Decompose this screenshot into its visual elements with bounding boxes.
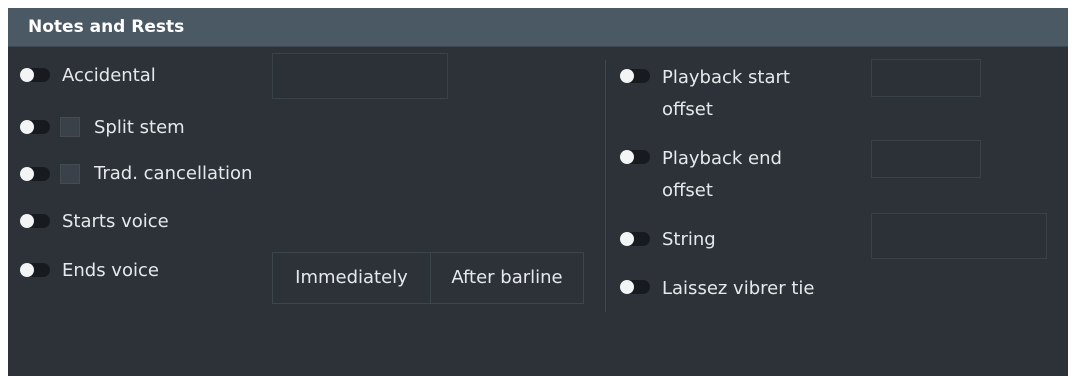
notes-and-rests-panel: Notes and Rests Accidental Split stem Tr… — [8, 8, 1068, 376]
trad-cancellation-toggle[interactable] — [20, 167, 50, 181]
accidental-field[interactable] — [272, 53, 448, 99]
after-barline-button[interactable]: After barline — [431, 253, 583, 303]
ends-voice-segmented-control: Immediately After barline — [272, 252, 584, 304]
toggle-knob — [620, 150, 634, 164]
toggle-knob — [620, 280, 634, 294]
ends-voice-toggle[interactable] — [20, 263, 50, 277]
toggle-knob — [20, 167, 34, 181]
trad-cancellation-checkbox[interactable] — [60, 164, 80, 184]
split-stem-toggle[interactable] — [20, 120, 50, 134]
split-stem-checkbox[interactable] — [60, 117, 80, 137]
playback-end-offset-label-line2: offset — [662, 180, 713, 201]
toggle-knob — [620, 69, 634, 83]
panel-header[interactable]: Notes and Rests — [8, 8, 1068, 47]
toggle-knob — [20, 68, 34, 82]
starts-voice-label: Starts voice — [62, 211, 169, 232]
playback-end-offset-toggle[interactable] — [620, 150, 650, 164]
toggle-knob — [20, 120, 34, 134]
toggle-knob — [20, 263, 34, 277]
string-toggle[interactable] — [620, 232, 650, 246]
string-label: String — [662, 229, 716, 250]
accidental-toggle[interactable] — [20, 68, 50, 82]
immediately-button[interactable]: Immediately — [273, 253, 431, 303]
string-field[interactable] — [871, 213, 1047, 259]
starts-voice-toggle[interactable] — [20, 214, 50, 228]
playback-start-offset-toggle[interactable] — [620, 69, 650, 83]
laissez-vibrer-tie-label: Laissez vibrer tie — [662, 278, 815, 299]
laissez-vibrer-tie-toggle[interactable] — [620, 280, 650, 294]
panel-title: Notes and Rests — [28, 17, 185, 37]
ends-voice-label: Ends voice — [62, 260, 159, 281]
accidental-label: Accidental — [62, 65, 156, 86]
playback-start-offset-label-line2: offset — [662, 99, 713, 120]
playback-start-offset-field[interactable] — [871, 59, 981, 97]
playback-end-offset-label-line1: Playback end — [662, 148, 782, 169]
column-divider — [605, 60, 606, 312]
split-stem-label: Split stem — [94, 117, 185, 138]
trad-cancellation-label: Trad. cancellation — [94, 163, 253, 184]
playback-start-offset-label-line1: Playback start — [662, 67, 790, 88]
toggle-knob — [620, 232, 634, 246]
toggle-knob — [20, 214, 34, 228]
playback-end-offset-field[interactable] — [871, 140, 981, 178]
